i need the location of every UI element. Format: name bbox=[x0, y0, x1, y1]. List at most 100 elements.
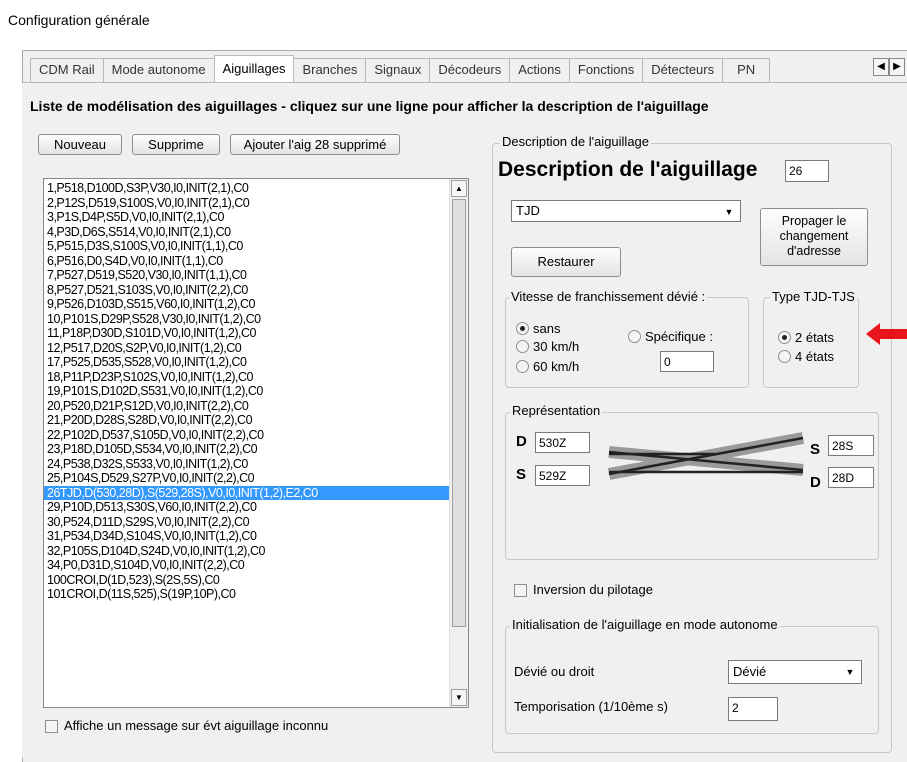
list-item[interactable]: 5,P515,D3S,S100S,V0,I0,INIT(1,1),C0 bbox=[44, 239, 449, 254]
list-item[interactable]: 10,P101S,D29P,S528,V30,I0,INIT(1,2),C0 bbox=[44, 312, 449, 327]
tab-mode-autonome[interactable]: Mode autonome bbox=[102, 58, 215, 82]
list-item[interactable]: 23,P18D,D105D,S534,V0,I0,INIT(2,2),C0 bbox=[44, 442, 449, 457]
tab-signaux[interactable]: Signaux bbox=[365, 58, 431, 82]
list-item[interactable]: 1,P518,D100D,S3P,V30,I0,INIT(2,1),C0 bbox=[44, 181, 449, 196]
rep-right-input-top[interactable]: 28S bbox=[828, 435, 874, 456]
list-item[interactable]: 7,P527,D519,S520,V30,I0,INIT(1,1),C0 bbox=[44, 268, 449, 283]
vitesse-specifique-input[interactable]: 0 bbox=[660, 351, 714, 372]
list-item[interactable]: 31,P534,D34D,S104S,V0,I0,INIT(1,2),C0 bbox=[44, 529, 449, 544]
supprime-button[interactable]: Supprime bbox=[132, 134, 220, 155]
list-item[interactable]: 20,P520,D21P,S12D,V0,I0,INIT(2,2),C0 bbox=[44, 399, 449, 414]
list-item[interactable]: 25,P104S,D529,S27P,V0,I0,INIT(2,2),C0 bbox=[44, 471, 449, 486]
chevron-down-icon[interactable]: ▼ bbox=[718, 201, 740, 221]
representation-group-label: Représentation bbox=[510, 403, 603, 418]
vitesse-30-label: 30 km/h bbox=[533, 339, 580, 354]
list-item[interactable]: 32,P105S,D104D,S24D,V0,I0,INIT(1,2),C0 bbox=[44, 544, 449, 559]
vitesse-60-label: 60 km/h bbox=[533, 359, 580, 374]
list-item[interactable]: 2,P12S,D519,S100S,V0,I0,INIT(2,1),C0 bbox=[44, 196, 449, 211]
vitesse-specifique-label: Spécifique : bbox=[645, 329, 713, 344]
rep-right-input-bottom[interactable]: 28D bbox=[828, 467, 874, 488]
rep-right-letter-bottom: D bbox=[810, 474, 821, 491]
list-item[interactable]: 100CROI,D(1D,523),S(2S,5S),C0 bbox=[44, 573, 449, 588]
list-item[interactable]: 19,P101S,D102D,S531,V0,I0,INIT(1,2),C0 bbox=[44, 384, 449, 399]
scroll-thumb[interactable] bbox=[452, 199, 466, 627]
list-item[interactable]: 12,P517,D20S,S2P,V0,I0,INIT(1,2),C0 bbox=[44, 341, 449, 356]
aiguillage-list[interactable]: 1,P518,D100D,S3P,V30,I0,INIT(2,1),C0 2,P1… bbox=[43, 178, 469, 708]
window-title: Configuration générale bbox=[8, 12, 150, 28]
list-item[interactable]: 4,P3D,D6S,S514,V0,I0,INIT(2,1),C0 bbox=[44, 225, 449, 240]
vitesse-specifique-radio[interactable]: Spécifique : bbox=[628, 329, 713, 344]
tab-actions[interactable]: Actions bbox=[509, 58, 570, 82]
tab-bar: CDM Rail Mode autonome Aiguillages Branc… bbox=[30, 55, 771, 82]
red-arrow-icon bbox=[866, 323, 907, 345]
list-item[interactable]: 6,P516,D0,S4D,V0,I0,INIT(1,1),C0 bbox=[44, 254, 449, 269]
tab-detecteurs[interactable]: Détecteurs bbox=[642, 58, 724, 82]
scroll-up-icon[interactable]: ▲ bbox=[451, 180, 467, 197]
list-item[interactable]: 34,P0,D31D,S104D,V0,I0,INIT(2,2),C0 bbox=[44, 558, 449, 573]
vitesse-60-radio[interactable]: 60 km/h bbox=[516, 359, 579, 374]
list-item[interactable]: 9,P526,D103D,S515,V60,I0,INIT(1,2),C0 bbox=[44, 297, 449, 312]
aiguillage-number-input[interactable]: 26 bbox=[785, 160, 829, 182]
list-item[interactable]: 11,P18P,D30D,S101D,V0,I0,INIT(1,2),C0 bbox=[44, 326, 449, 341]
ajouter-aig-button[interactable]: Ajouter l'aig 28 supprimé bbox=[230, 134, 400, 155]
list-scrollbar[interactable]: ▲ ▼ bbox=[449, 179, 468, 707]
propager-button[interactable]: Propager le changement d'adresse bbox=[760, 208, 868, 266]
devie-select-value: Dévié bbox=[733, 664, 767, 679]
nouveau-button[interactable]: Nouveau bbox=[38, 134, 122, 155]
tab-branches[interactable]: Branches bbox=[293, 58, 367, 82]
list-item[interactable]: 24,P538,D32S,S533,V0,I0,INIT(1,2),C0 bbox=[44, 457, 449, 472]
vitesse-30-radio[interactable]: 30 km/h bbox=[516, 339, 579, 354]
type-4-etats-radio[interactable]: 4 états bbox=[778, 349, 834, 364]
tab-cdm-rail[interactable]: CDM Rail bbox=[30, 58, 104, 82]
unknown-message-label: Affiche un message sur évt aiguillage in… bbox=[64, 718, 329, 733]
tempo-input[interactable]: 2 bbox=[728, 697, 778, 721]
radio-icon[interactable] bbox=[628, 330, 641, 343]
vitesse-group-label: Vitesse de franchissement dévié : bbox=[509, 289, 708, 304]
list-item[interactable]: 18,P11P,D23P,S102S,V0,I0,INIT(1,2),C0 bbox=[44, 370, 449, 385]
rep-left-input-top[interactable]: 530Z bbox=[535, 432, 590, 453]
list-item[interactable]: 30,P524,D11D,S29S,V0,I0,INIT(2,2),C0 bbox=[44, 515, 449, 530]
list-item[interactable]: 22,P102D,D537,S105D,V0,I0,INIT(2,2),C0 bbox=[44, 428, 449, 443]
tab-aiguillages[interactable]: Aiguillages bbox=[213, 55, 295, 82]
vitesse-sans-radio[interactable]: sans bbox=[516, 321, 560, 336]
type-2-etats-radio[interactable]: 2 états bbox=[778, 330, 834, 345]
rep-left-letter-bottom: S bbox=[516, 466, 527, 483]
radio-selected-icon[interactable] bbox=[516, 322, 529, 335]
list-item[interactable]: 3,P1S,D4P,S5D,V0,I0,INIT(2,1),C0 bbox=[44, 210, 449, 225]
radio-icon[interactable] bbox=[516, 360, 529, 373]
rep-left-letter-top: D bbox=[516, 433, 527, 450]
tab-fonctions[interactable]: Fonctions bbox=[568, 58, 644, 82]
tab-scroll-left-icon[interactable]: ◀ bbox=[873, 58, 889, 76]
type-select-value: TJD bbox=[516, 203, 540, 218]
vitesse-sans-label: sans bbox=[533, 321, 561, 336]
tab-decodeurs[interactable]: Décodeurs bbox=[429, 58, 511, 82]
list-item[interactable]: 29,P10D,D513,S30S,V60,I0,INIT(2,2),C0 bbox=[44, 500, 449, 515]
rep-left-input-bottom[interactable]: 529Z bbox=[535, 465, 590, 486]
description-title: Description de l'aiguillage bbox=[498, 158, 758, 181]
radio-selected-icon[interactable] bbox=[778, 331, 791, 344]
tab-scroll-right-icon[interactable]: ▶ bbox=[889, 58, 905, 76]
restaurer-button[interactable]: Restaurer bbox=[511, 247, 621, 277]
scroll-down-icon[interactable]: ▼ bbox=[451, 689, 467, 706]
list-item[interactable]: 8,P527,D521,S103S,V0,I0,INIT(2,2),C0 bbox=[44, 283, 449, 298]
propager-button-label: Propager le changement d'adresse bbox=[779, 214, 849, 258]
list-item[interactable]: 17,P525,D535,S528,V0,I0,INIT(1,2),C0 bbox=[44, 355, 449, 370]
type-4-etats-label: 4 états bbox=[795, 349, 835, 364]
tab-pn[interactable]: PN bbox=[722, 58, 771, 82]
page-heading: Liste de modélisation des aiguillages - … bbox=[30, 98, 709, 114]
tab-scroll-buttons: ◀ ▶ bbox=[873, 58, 905, 76]
unknown-message-checkbox-row[interactable]: Affiche un message sur évt aiguillage in… bbox=[45, 718, 329, 734]
type-select[interactable]: TJD ▼ bbox=[511, 200, 741, 222]
list-item[interactable]: 21,P20D,D28S,S28D,V0,I0,INIT(2,2),C0 bbox=[44, 413, 449, 428]
inversion-label: Inversion du pilotage bbox=[533, 582, 653, 597]
list-item[interactable]: 101CROI,D(11S,525),S(19P,10P),C0 bbox=[44, 587, 449, 602]
list-item[interactable]: 26TJD,D(530,28D),S(529,28S),V0,I0,INIT(1… bbox=[44, 485, 449, 500]
inversion-row[interactable]: Inversion du pilotage bbox=[514, 582, 653, 598]
radio-icon[interactable] bbox=[778, 350, 791, 363]
devie-select[interactable]: Dévié ▼ bbox=[728, 660, 862, 684]
inversion-checkbox[interactable] bbox=[514, 584, 527, 598]
chevron-down-icon[interactable]: ▼ bbox=[839, 661, 861, 683]
unknown-message-checkbox[interactable] bbox=[45, 720, 58, 734]
rep-right-letter-top: S bbox=[810, 441, 821, 458]
radio-icon[interactable] bbox=[516, 340, 529, 353]
